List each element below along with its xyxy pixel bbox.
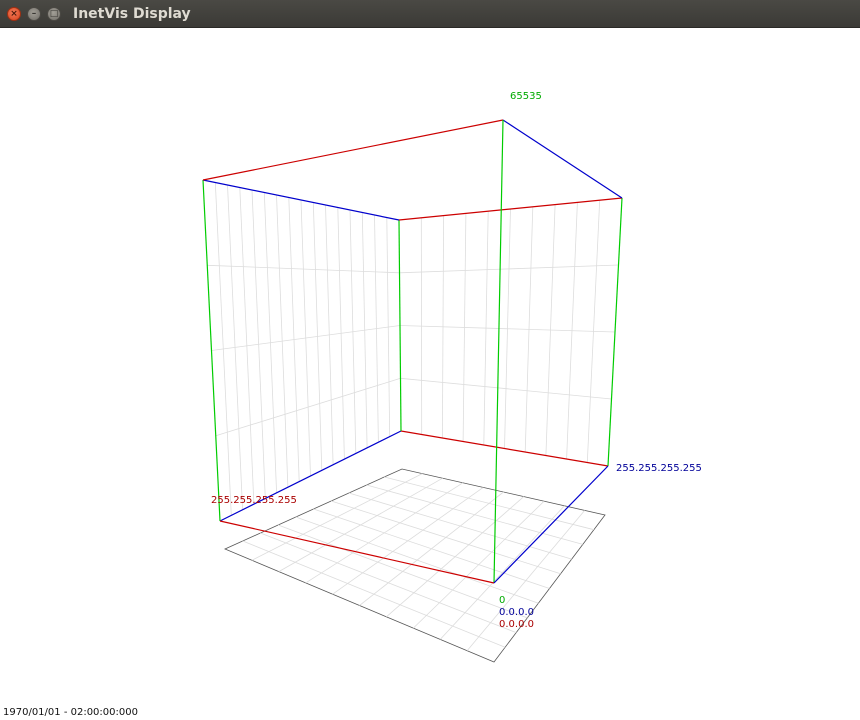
dest-ip-max-label: 255.255.255.255 (616, 463, 702, 474)
cube-edges (202, 119, 623, 584)
cube-edge-bottom-left-dest (219, 430, 402, 522)
window-title: InetVis Display (73, 6, 191, 22)
dest-ip-min-label: 0.0.0.0 (499, 607, 534, 618)
back-wall-grid (399, 200, 619, 463)
cube-edge-bottom-front-src (219, 520, 495, 584)
scatter-cube-viewport[interactable]: 65535 255.255.255.255 255.255.255.255 0 … (0, 28, 860, 720)
timestamp-label: 1970/01/01 - 02:00:00:000 (3, 707, 138, 718)
cube-edge-top-right-dest (502, 119, 623, 199)
left-wall-grid (207, 182, 401, 516)
floor-grid-line (331, 500, 561, 575)
src-ip-max-label: 255.255.255.255 (211, 495, 297, 506)
floor-grid-line (313, 508, 550, 589)
minimize-icon[interactable]: – (27, 7, 41, 21)
src-ip-min-label: 0.0.0.0 (499, 619, 534, 630)
floor-grid-line (384, 476, 594, 531)
cube-edge-top-left-dest (202, 179, 400, 221)
port-max-label: 65535 (510, 91, 542, 102)
close-icon[interactable]: × (7, 7, 21, 21)
cube-edge-top-front-src (202, 119, 504, 181)
maximize-icon[interactable]: □ (47, 7, 61, 21)
port-min-label: 0 (499, 595, 505, 606)
floor-grid-line (242, 540, 506, 648)
wall-grid-line (215, 377, 401, 437)
title-bar: × – □ InetVis Display (0, 0, 860, 28)
cube-edge-front-vertical (493, 119, 504, 584)
floor-grid-line (348, 492, 572, 560)
